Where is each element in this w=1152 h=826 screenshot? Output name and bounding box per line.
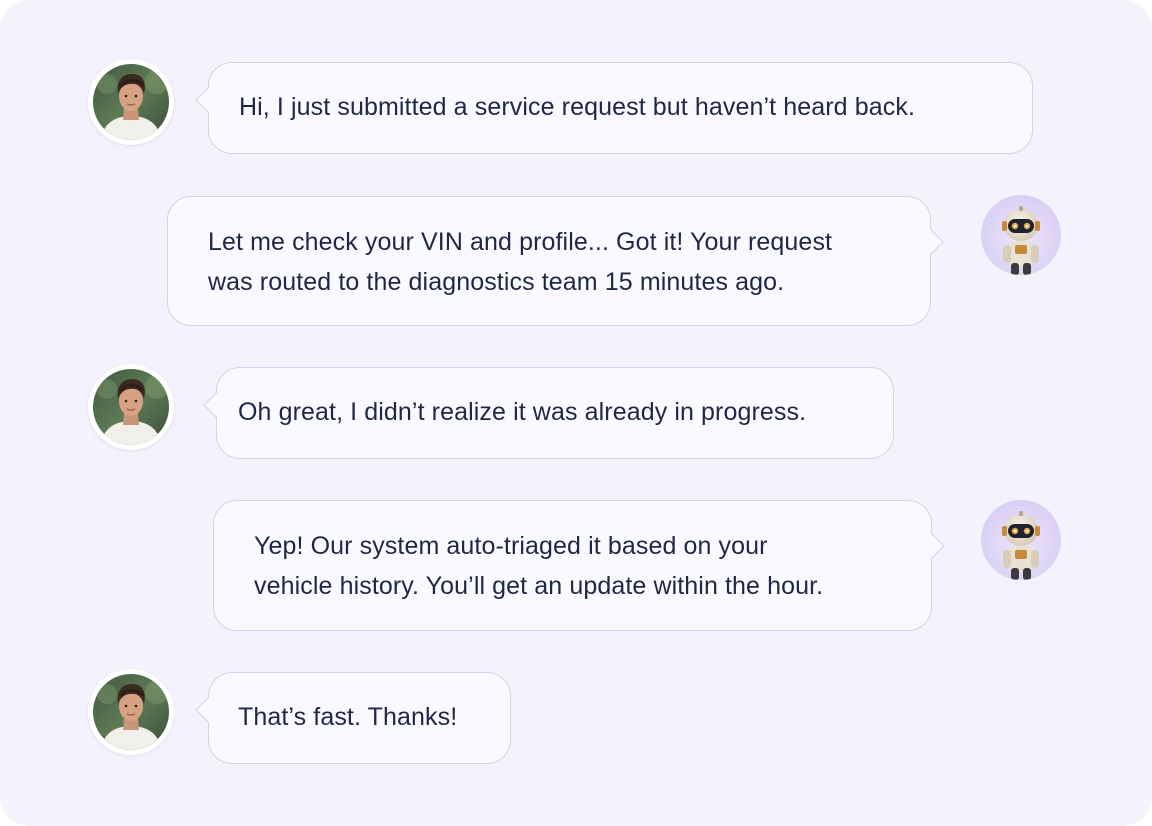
- user-avatar-photo-icon: [93, 64, 169, 140]
- user-avatar-photo-icon: [93, 674, 169, 750]
- message-text: Oh great, I didn’t realize it was alread…: [238, 398, 807, 426]
- user-avatar: [88, 59, 174, 145]
- assistant-message-bubble: Yep! Our system auto-triaged it based on…: [213, 500, 932, 631]
- user-message-bubble: Hi, I just submitted a service request b…: [208, 62, 1033, 154]
- robot-avatar-icon: [1002, 206, 1040, 275]
- robot-avatar-icon: [1002, 511, 1040, 580]
- message-text: That’s fast. Thanks!: [238, 703, 458, 731]
- assistant-avatar: [981, 500, 1061, 580]
- user-avatar: [88, 364, 174, 450]
- user-message-bubble: Oh great, I didn’t realize it was alread…: [216, 367, 894, 459]
- user-avatar-photo-icon: [93, 369, 169, 445]
- message-text: Yep! Our system auto-triaged it based on…: [254, 532, 824, 600]
- user-avatar: [88, 669, 174, 755]
- assistant-message-bubble: Let me check your VIN and profile... Got…: [167, 196, 931, 326]
- user-message-bubble: That’s fast. Thanks!: [208, 672, 511, 764]
- message-text: Let me check your VIN and profile... Got…: [208, 228, 833, 296]
- message-text: Hi, I just submitted a service request b…: [239, 93, 915, 121]
- chat-panel: Hi, I just submitted a service request b…: [0, 0, 1152, 826]
- assistant-avatar: [981, 195, 1061, 275]
